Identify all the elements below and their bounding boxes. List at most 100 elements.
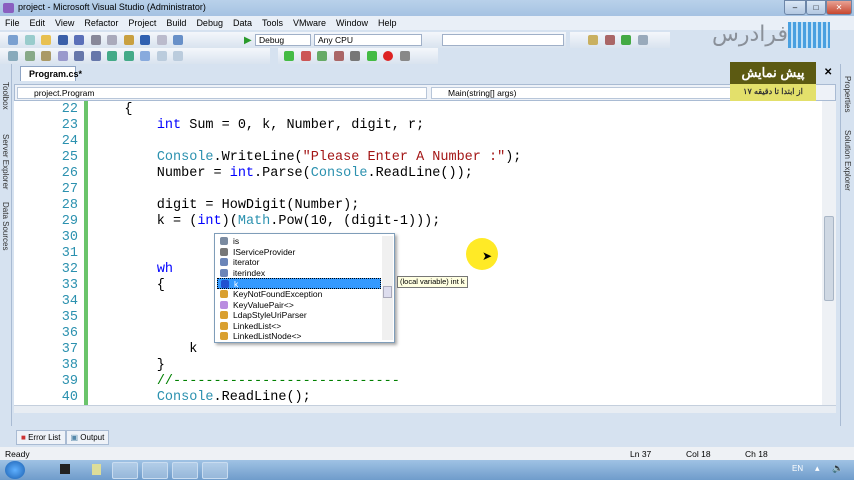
completion-item[interactable]: k [217, 278, 381, 289]
bookmark-prev-icon[interactable] [156, 51, 167, 61]
config-select[interactable]: Debug [255, 34, 311, 46]
cmd-taskbar-icon[interactable] [60, 464, 70, 474]
menu-build[interactable]: Build [161, 16, 191, 30]
bookmark-next-icon[interactable] [173, 51, 184, 61]
save-icon[interactable] [57, 35, 68, 45]
code-line[interactable]: k = (int)(Math.Pow(10, (digit-1))); [92, 214, 441, 229]
tray-arrow-icon[interactable]: ▴ [815, 463, 820, 474]
language-indicator[interactable]: EN [792, 464, 803, 473]
notepad-taskbar-icon[interactable] [92, 464, 101, 475]
code-line[interactable]: Console.WriteLine("Please Enter A Number… [92, 150, 522, 165]
menu-view[interactable]: View [50, 16, 79, 30]
find-combo[interactable] [442, 34, 564, 46]
open-icon[interactable] [41, 35, 52, 45]
menu-window[interactable]: Window [331, 16, 373, 30]
properties-icon[interactable] [588, 35, 598, 45]
outdent-icon[interactable] [74, 51, 85, 61]
copy-icon[interactable] [107, 35, 118, 45]
breakpoint-icon[interactable] [383, 51, 394, 61]
start-button[interactable] [5, 461, 25, 479]
param-info-icon[interactable] [24, 51, 35, 61]
class-dropdown[interactable]: project.Program [17, 87, 427, 99]
scroll-thumb[interactable] [824, 216, 834, 301]
completion-item[interactable]: LinkedList<> [217, 321, 381, 332]
redo-icon[interactable] [156, 35, 167, 45]
code-line[interactable]: wh [92, 262, 173, 277]
code-line[interactable]: Console.ReadLine(); [92, 390, 311, 405]
completion-item[interactable]: LinkedListNode<> [217, 331, 381, 342]
cut-icon[interactable] [90, 35, 101, 45]
taskbar-item-3[interactable] [172, 462, 198, 479]
completion-item[interactable]: iterator [217, 257, 381, 268]
menu-edit[interactable]: Edit [25, 16, 51, 30]
attach-icon[interactable] [317, 51, 328, 61]
intellisense-scroll-thumb[interactable] [383, 286, 392, 298]
indent-icon[interactable] [90, 51, 101, 61]
comment-icon[interactable] [107, 51, 118, 61]
navigate-icon[interactable] [173, 35, 184, 45]
code-line[interactable]: { [92, 278, 165, 293]
menu-refactor[interactable]: Refactor [79, 16, 123, 30]
completion-item[interactable]: iterindex [217, 268, 381, 279]
taskbar-item-4[interactable] [202, 462, 228, 479]
tab-program-cs[interactable]: Program.cs* [20, 66, 82, 81]
error-list-tab[interactable]: ■ Error List [16, 430, 66, 445]
undo-icon[interactable] [140, 35, 151, 45]
run-to-icon[interactable] [300, 51, 311, 61]
minimize-button[interactable]: – [784, 0, 806, 15]
complete-word-icon[interactable] [57, 51, 68, 61]
platform-select[interactable]: Any CPU [314, 34, 422, 46]
intellisense-scrollbar[interactable] [382, 236, 393, 340]
completion-item[interactable]: LdapStyleUriParser [217, 310, 381, 321]
taskbar-item-vs[interactable] [142, 462, 168, 479]
code-line[interactable]: { [92, 102, 132, 117]
menu-data[interactable]: Data [228, 16, 257, 30]
code-line[interactable]: k [92, 342, 197, 357]
detach-icon[interactable] [333, 51, 344, 61]
quick-info-icon[interactable] [41, 51, 52, 61]
intellisense-list[interactable]: is IServiceProvider iterator iterindex k KeyN… [214, 233, 395, 343]
menu-file[interactable]: File [0, 16, 25, 30]
code-line[interactable]: } [92, 358, 165, 373]
code-editor[interactable]: 22 {23 int Sum = 0, k, Number, digit, r;… [14, 101, 827, 405]
horizontal-scrollbar[interactable] [14, 405, 836, 413]
run-icon[interactable] [284, 51, 294, 61]
window-icon[interactable] [637, 35, 648, 45]
code-line[interactable]: int Sum = 0, k, Number, digit, r; [92, 118, 424, 133]
volume-icon[interactable]: 🔈 [832, 463, 843, 474]
menu-help[interactable]: Help [373, 16, 402, 30]
start-debug-icon[interactable]: ▶ [244, 35, 252, 46]
completion-item[interactable]: IServiceProvider [217, 247, 381, 258]
menu-tools[interactable]: Tools [257, 16, 288, 30]
solution-explorer-tab[interactable]: Solution Explorer [843, 130, 852, 191]
uncomment-icon[interactable] [123, 51, 134, 61]
object-info-icon[interactable] [8, 51, 18, 61]
menu-debug[interactable]: Debug [191, 16, 228, 30]
properties-tab[interactable]: Properties [843, 76, 852, 112]
taskbar-item-1[interactable] [112, 462, 138, 479]
completion-item[interactable]: KeyNotFoundException [217, 289, 381, 300]
break-icon[interactable] [350, 51, 361, 61]
continue-icon[interactable] [366, 51, 377, 61]
maximize-button[interactable]: □ [806, 0, 826, 15]
completion-item[interactable]: KeyValuePair<> [217, 300, 381, 311]
tools-icon[interactable] [604, 35, 615, 45]
vertical-scrollbar[interactable] [822, 101, 836, 412]
server-explorer-tab[interactable]: Server Explorer [1, 134, 10, 190]
member-dropdown[interactable]: Main(string[] args) [431, 87, 731, 99]
step-into-icon[interactable] [399, 51, 410, 61]
code-line[interactable]: //---------------------------- [92, 374, 400, 389]
paste-icon[interactable] [123, 35, 134, 45]
menu-project[interactable]: Project [123, 16, 161, 30]
step-icon[interactable] [621, 35, 632, 45]
bookmark-icon[interactable] [140, 51, 151, 61]
toolbox-tab[interactable]: Toolbox [1, 82, 10, 110]
menu-vmware[interactable]: VMware [288, 16, 331, 30]
add-item-icon[interactable] [24, 35, 35, 45]
close-button[interactable]: ✕ [826, 0, 852, 15]
code-line[interactable]: Number = int.Parse(Console.ReadLine()); [92, 166, 473, 181]
close-doc-icon[interactable]: ✕ [824, 67, 832, 78]
completion-item[interactable]: is [217, 236, 381, 247]
data-sources-tab[interactable]: Data Sources [1, 202, 10, 250]
new-project-icon[interactable] [8, 35, 18, 45]
